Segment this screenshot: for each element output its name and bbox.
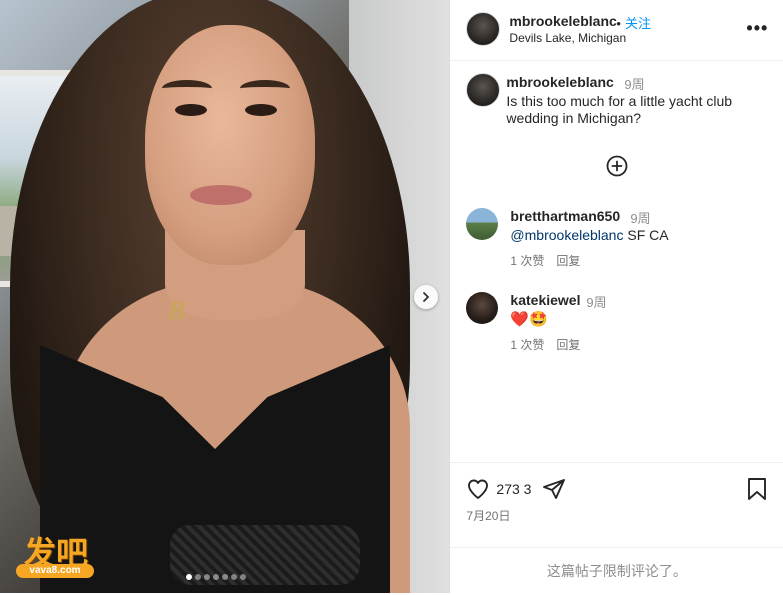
comment-username[interactable]: bretthartman650 [510,208,620,224]
owner-username[interactable]: mbrookeleblanc [509,13,616,29]
carousel-next-button[interactable] [414,285,438,309]
post-side-panel: mbrookeleblanc • 关注 Devils Lake, Michigan… [449,0,783,593]
comment-timestamp: 9周 [630,211,651,226]
comment-avatar[interactable] [466,292,499,324]
post-actions: 273 3 7月20日 这篇帖子限制评论了。 [450,462,783,594]
caption-text: Is this too much for a little yacht club… [506,93,733,126]
follow-button[interactable]: • 关注 [616,13,651,32]
comment-avatar[interactable] [466,208,499,240]
post-header: mbrookeleblanc • 关注 Devils Lake, Michigan… [450,0,783,61]
share-icon[interactable] [542,477,566,501]
comment-like-count[interactable]: 1 次赞 [510,336,544,353]
carousel-indicator [186,574,246,580]
comment-body: SF CA [623,227,669,243]
bookmark-icon[interactable] [746,477,768,501]
more-options-icon[interactable]: ••• [746,18,768,39]
comment-username[interactable]: katekiewel [510,292,580,308]
caption-timestamp: 9周 [624,77,645,92]
comment-mention[interactable]: @mbrookeleblanc [510,227,623,243]
comment-like-count[interactable]: 1 次赞 [510,252,544,269]
carousel-dot [204,574,210,580]
follow-label: 关注 [624,16,651,31]
carousel-dot [231,574,237,580]
lips [190,185,252,205]
owner-avatar[interactable] [466,12,501,46]
necklace-pendant: B [168,296,186,325]
comment-reply-button[interactable]: 回复 [556,252,580,269]
post-location[interactable]: Devils Lake, Michigan [509,31,626,45]
post-media[interactable]: B 发吧 vava8.com [0,0,450,593]
right-brow [240,80,290,97]
carousel-dot [240,574,246,580]
caption-avatar[interactable] [466,73,501,107]
watermark: 发吧 vava8.com [16,528,96,578]
left-eye [175,104,207,116]
caption-username[interactable]: mbrookeleblanc [506,74,613,90]
carousel-dot [186,574,192,580]
watermark-url: vava8.com [16,564,94,578]
heart-icon[interactable] [466,477,490,501]
load-more-comments-button[interactable] [606,155,628,177]
photo-subject-face [145,25,315,265]
comment-timestamp: 9周 [586,295,607,310]
left-brow [162,80,212,97]
post-dialog: B 发吧 vava8.com mbrookeleblanc • 关注 Devils… [0,0,783,593]
like-count[interactable]: 273 3 [496,481,531,497]
post-date: 7月20日 [466,509,511,523]
chevron-right-icon [423,292,430,302]
plus-circle-icon [607,155,628,177]
follow-separator: • [616,16,621,31]
carousel-dot [222,574,228,580]
comment-emoji-text: ❤️🤩 [510,311,548,328]
right-eye [245,104,277,116]
comment-text: @mbrookeleblanc SF CA [510,227,668,243]
comment-reply-button[interactable]: 回复 [556,336,580,353]
comments-disabled-notice: 这篇帖子限制评论了。 [450,547,783,595]
carousel-dot [195,574,201,580]
carousel-dot [213,574,219,580]
